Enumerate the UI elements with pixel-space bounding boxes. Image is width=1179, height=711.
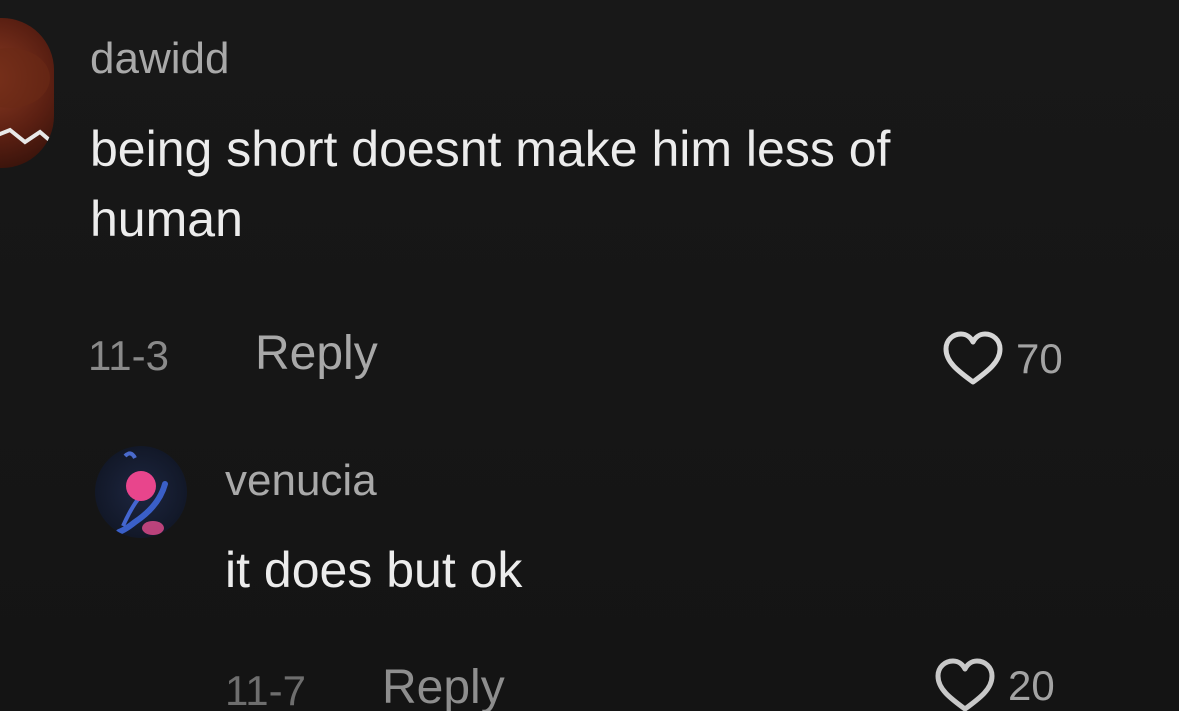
avatar[interactable]	[0, 18, 54, 168]
avatar[interactable]	[95, 446, 187, 538]
comment-text-line: being short doesnt make him less of	[90, 121, 891, 177]
like-count: 20	[1008, 662, 1055, 709]
comment-date: 11-3	[88, 332, 169, 379]
heart-outline-icon	[935, 658, 995, 711]
reply-button[interactable]: Reply	[255, 326, 378, 381]
like-button[interactable]: 70	[940, 330, 1063, 388]
reply-button[interactable]: Reply	[382, 660, 505, 711]
avatar-image-icon	[0, 48, 54, 146]
reply-text-line: it does but ok	[225, 542, 523, 598]
comment-username[interactable]: dawidd	[90, 34, 229, 84]
comment-item: dawidd being short doesnt make him less …	[0, 0, 1179, 420]
like-button[interactable]: 20	[932, 657, 1055, 711]
avatar-image-icon	[116, 451, 168, 535]
comment-text-line: human	[90, 191, 243, 247]
comment-text: being short doesnt make him less of huma…	[90, 114, 890, 254]
like-count: 70	[1016, 335, 1063, 382]
reply-username[interactable]: venucia	[225, 456, 377, 506]
reply-item: venucia it does but ok 11-7 Reply 20	[0, 420, 1179, 711]
reply-text: it does but ok	[225, 535, 522, 605]
heart-outline-icon	[943, 331, 1003, 385]
reply-date: 11-7	[225, 667, 306, 711]
